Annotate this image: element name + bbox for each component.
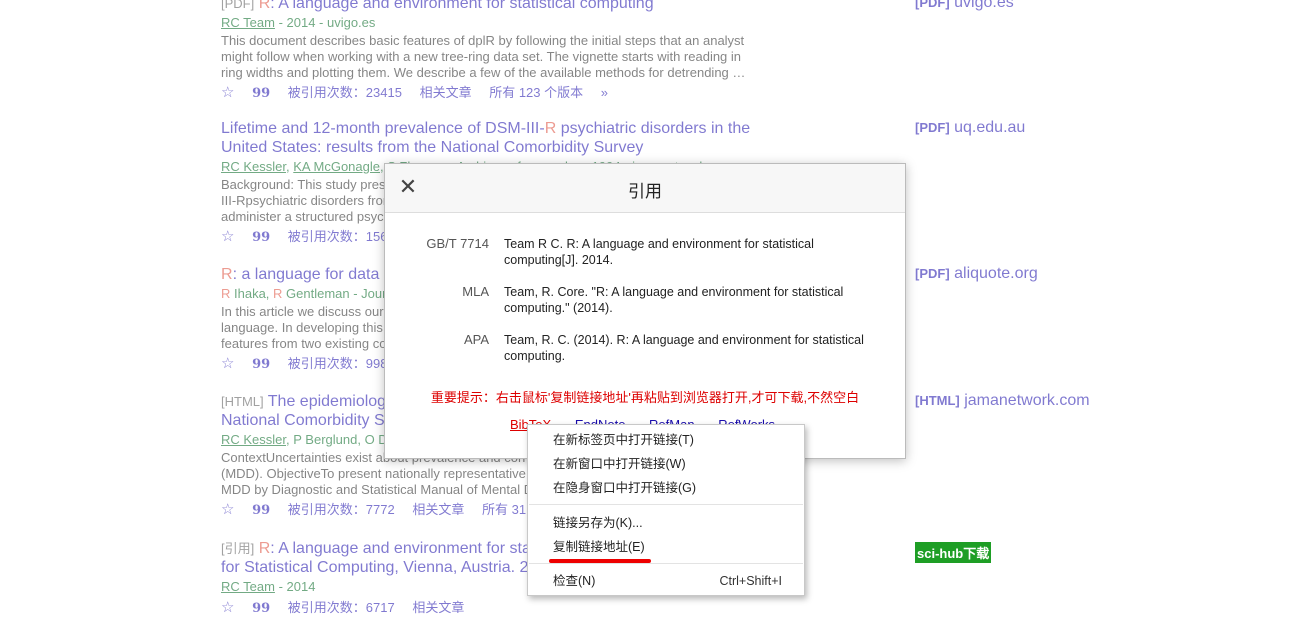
citation-label: GB/T 7714 bbox=[426, 236, 489, 251]
result-actions: ☆ 99 被引用次数：6717 相关文章 bbox=[221, 599, 761, 618]
cite-icon[interactable]: 99 bbox=[252, 86, 270, 101]
star-icon[interactable]: ☆ bbox=[221, 84, 234, 101]
author-link[interactable]: RC Kessler bbox=[221, 159, 286, 174]
cited-by-link[interactable]: 被引用次数：23415 bbox=[288, 85, 402, 100]
side-pdf-link[interactable]: [PDF] uq.edu.au bbox=[915, 119, 1025, 137]
more-icon[interactable]: » bbox=[601, 85, 608, 100]
star-icon[interactable]: ☆ bbox=[221, 501, 234, 518]
cited-by-link[interactable]: 被引用次数：7772 bbox=[288, 502, 395, 517]
side-html-link[interactable]: [HTML] jamanetwork.com bbox=[915, 392, 1090, 410]
menu-save-link-as[interactable]: 链接另存为(K)... bbox=[553, 512, 782, 534]
star-icon[interactable]: ☆ bbox=[221, 355, 234, 372]
versions-link[interactable]: 所有 123 个版本 bbox=[489, 85, 583, 100]
citation-text[interactable]: Team, R. Core. "R: A language and enviro… bbox=[504, 284, 864, 316]
cite-icon[interactable]: 99 bbox=[252, 357, 270, 372]
menu-open-new-window[interactable]: 在新窗口中打开链接(W) bbox=[553, 453, 782, 475]
related-link[interactable]: 相关文章 bbox=[412, 600, 464, 615]
related-link[interactable]: 相关文章 bbox=[420, 85, 472, 100]
citation-label: MLA bbox=[462, 284, 489, 299]
result-actions: ☆ 99 被引用次数：23415 相关文章 所有 123 个版本 » bbox=[221, 84, 761, 103]
citation-text[interactable]: Team R C. R: A language and environment … bbox=[504, 236, 864, 268]
citation-label: APA bbox=[463, 332, 489, 347]
citation-text[interactable]: Team, R. C. (2014). R: A language and en… bbox=[504, 332, 864, 364]
result-authors: RC Team - 2014 - uvigo.es bbox=[221, 15, 376, 30]
result-title[interactable]: Lifetime and 12-month prevalence of DSM-… bbox=[221, 119, 761, 157]
menu-open-new-tab[interactable]: 在新标签页中打开链接(T) bbox=[553, 429, 782, 451]
result-title[interactable]: [PDF] R: A language and environment for … bbox=[221, 0, 761, 13]
result-snippet: This document describes basic features o… bbox=[221, 33, 746, 80]
star-icon[interactable]: ☆ bbox=[221, 599, 234, 616]
menu-open-incognito[interactable]: 在隐身窗口中打开链接(G) bbox=[553, 477, 782, 499]
side-pdf-link[interactable]: [PDF] uvigo.es bbox=[915, 0, 1014, 12]
result-item: [PDF] R: A language and environment for … bbox=[221, 0, 761, 103]
warning-notice: 重要提示：右击鼠标'复制链接地址'再粘贴到浏览器打开,才可下载,不然空白 bbox=[430, 390, 860, 405]
menu-divider bbox=[529, 504, 803, 505]
cited-by-link[interactable]: 被引用次数：156 bbox=[288, 229, 388, 244]
cited-by-link[interactable]: 被引用次数：6717 bbox=[288, 600, 395, 615]
cite-icon[interactable]: 99 bbox=[252, 503, 270, 518]
menu-inspect[interactable]: 检查(N) Ctrl+Shift+I bbox=[553, 570, 782, 592]
cite-icon[interactable]: 99 bbox=[252, 230, 270, 245]
cited-by-link[interactable]: 被引用次数：998 bbox=[288, 356, 388, 371]
menu-divider bbox=[529, 563, 803, 564]
cite-icon[interactable]: 99 bbox=[252, 601, 270, 616]
dialog-header: ✕ 引用 bbox=[385, 164, 905, 213]
author-link[interactable]: RC Team bbox=[221, 15, 275, 30]
cite-dialog: ✕ 引用 GB/T 7714 Team R C. R: A language a… bbox=[384, 163, 906, 459]
author-link[interactable]: RC Team bbox=[221, 579, 275, 594]
side-pdf-link[interactable]: [PDF] aliquote.org bbox=[915, 265, 1038, 283]
dialog-title: 引用 bbox=[628, 182, 662, 201]
author-link[interactable]: RC Kessler bbox=[221, 432, 286, 447]
author-link[interactable]: KA McGonagle bbox=[293, 159, 380, 174]
menu-copy-link-address[interactable]: 复制链接地址(E) bbox=[553, 536, 782, 558]
star-icon[interactable]: ☆ bbox=[221, 228, 234, 245]
context-menu: 在新标签页中打开链接(T) 在新窗口中打开链接(W) 在隐身窗口中打开链接(G)… bbox=[527, 424, 805, 596]
related-link[interactable]: 相关文章 bbox=[412, 502, 464, 517]
shortcut-label: Ctrl+Shift+I bbox=[719, 574, 782, 588]
highlight-underline bbox=[549, 559, 651, 563]
scihub-download-link[interactable]: sci-hub下载 bbox=[915, 542, 992, 563]
